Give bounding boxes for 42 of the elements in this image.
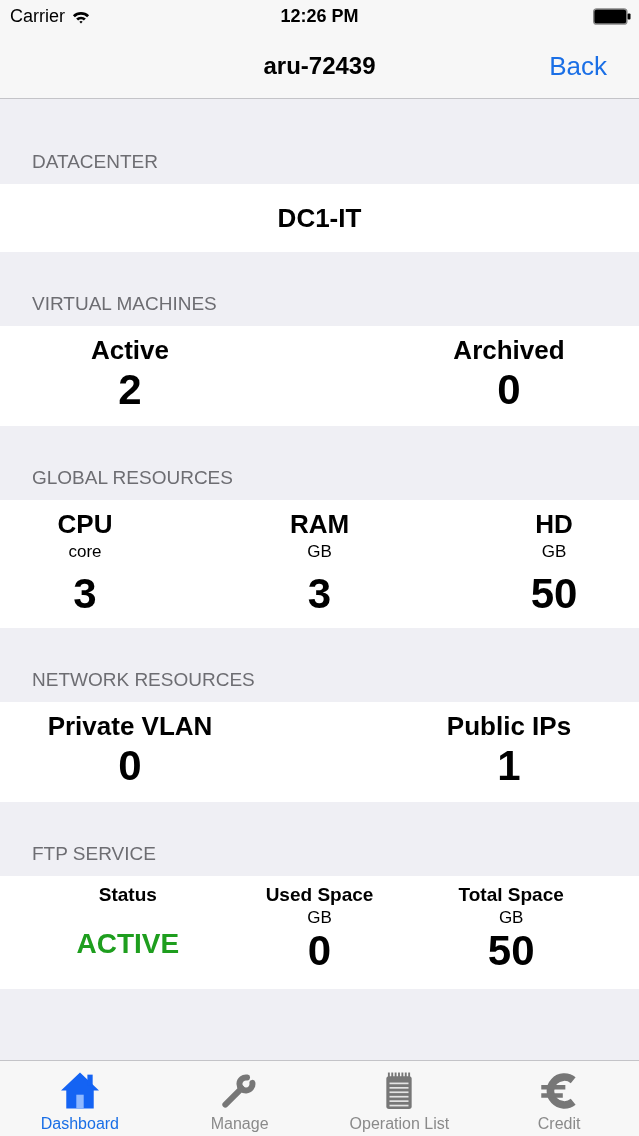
metric-label: Public IPs bbox=[446, 711, 572, 741]
home-icon bbox=[60, 1072, 99, 1110]
metric-label: CPU bbox=[57, 509, 113, 539]
metric-value: 3 bbox=[307, 571, 332, 617]
value-text: DC1-IT bbox=[277, 202, 362, 234]
metric-value: 1 bbox=[497, 743, 521, 789]
metric-label: HD bbox=[535, 509, 573, 539]
tab[interactable]: Manage bbox=[159, 1061, 320, 1136]
unit-text: GB bbox=[307, 908, 332, 928]
status-text: ACTIVE bbox=[76, 928, 180, 960]
section-header: DATACENTER bbox=[32, 151, 158, 173]
metric-value: 0 bbox=[497, 367, 521, 413]
tab[interactable]: Credit bbox=[479, 1061, 639, 1136]
section-header: NETWORK RESOURCES bbox=[32, 669, 255, 691]
metric-label: RAM bbox=[289, 509, 350, 539]
metric-label: Status bbox=[98, 884, 157, 906]
metric-value: 0 bbox=[307, 928, 332, 974]
metric-value: 0 bbox=[118, 743, 142, 789]
unit-text: core bbox=[68, 542, 102, 562]
battery-icon bbox=[593, 8, 631, 25]
back-button[interactable]: Back bbox=[549, 50, 607, 81]
section-header: GLOBAL RESOURCES bbox=[32, 467, 233, 489]
tab[interactable]: Operation List bbox=[319, 1061, 480, 1136]
metric-label: Archived bbox=[453, 335, 565, 365]
wifi-icon bbox=[72, 9, 90, 24]
metric-value: 50 bbox=[530, 571, 578, 617]
carrier-text: Carrier bbox=[10, 6, 65, 27]
metric-label: Used Space bbox=[265, 884, 374, 906]
section-header: VIRTUAL MACHINES bbox=[32, 293, 217, 315]
metric-label: Active bbox=[90, 335, 169, 365]
metric-label: Total Space bbox=[458, 884, 564, 906]
unit-text: GB bbox=[541, 542, 567, 562]
section-header: FTP SERVICE bbox=[32, 843, 156, 865]
metric-value: 3 bbox=[73, 571, 97, 617]
status-time: 12:26 PM bbox=[280, 6, 359, 27]
metric-value: 2 bbox=[118, 367, 142, 413]
metric-label: Private VLAN bbox=[47, 711, 213, 741]
unit-text: GB bbox=[498, 908, 524, 928]
tab[interactable]: Dashboard bbox=[0, 1061, 160, 1136]
nav-title: aru-72439 bbox=[263, 51, 376, 80]
unit-text: GB bbox=[307, 542, 332, 562]
metric-value: 50 bbox=[487, 928, 535, 974]
